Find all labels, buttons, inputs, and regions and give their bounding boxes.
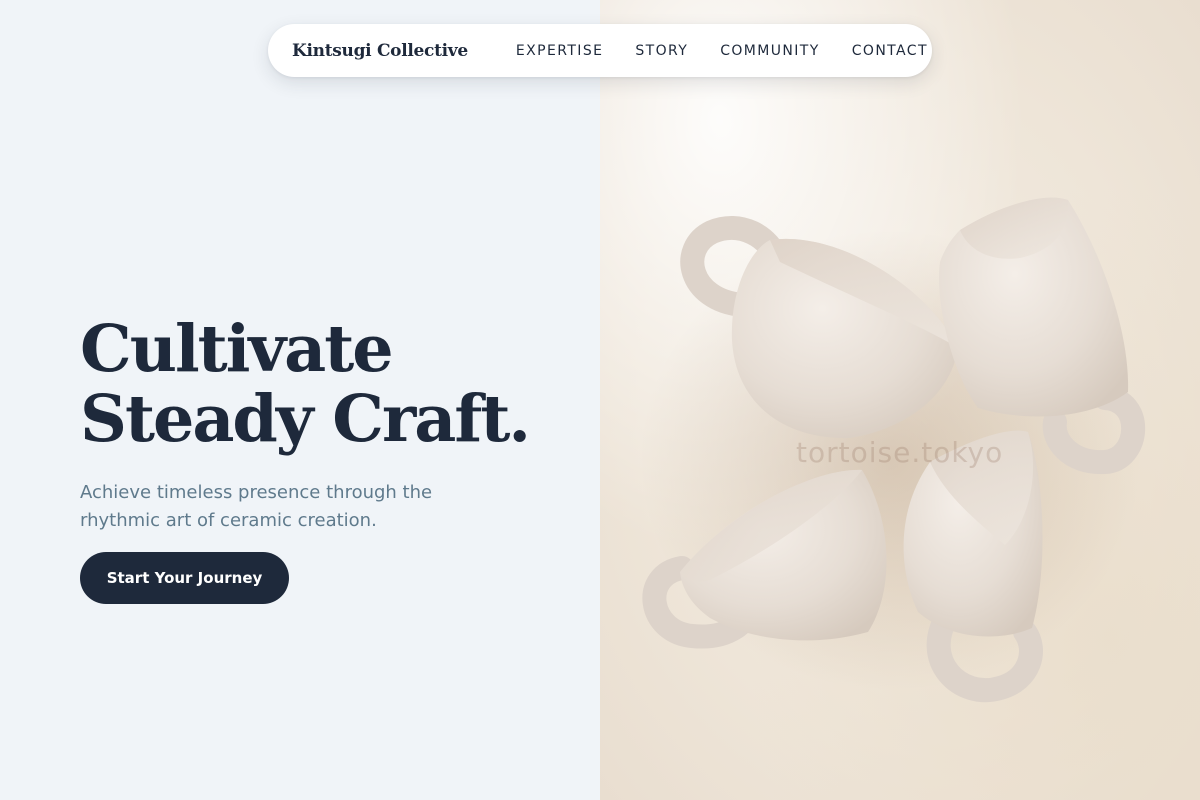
nav-link-contact[interactable]: CONTACT bbox=[852, 43, 928, 59]
photo-watermark: tortoise.tokyo bbox=[796, 436, 1004, 469]
nav-link-community[interactable]: COMMUNITY bbox=[720, 43, 820, 59]
hero-title-line-1: Cultivate bbox=[80, 311, 394, 387]
hero-photo: tortoise.tokyo bbox=[600, 0, 1200, 800]
hero-title-line-2: Steady Craft. bbox=[80, 381, 531, 457]
nav-links: EXPERTISE STORY COMMUNITY CONTACT bbox=[516, 43, 928, 59]
landing-page: tortoise.tokyo Kintsugi Collective EXPER… bbox=[0, 0, 1200, 800]
nav-link-expertise[interactable]: EXPERTISE bbox=[516, 43, 603, 59]
top-navigation: Kintsugi Collective EXPERTISE STORY COMM… bbox=[268, 24, 932, 77]
nav-link-story[interactable]: STORY bbox=[635, 43, 688, 59]
brand-logo[interactable]: Kintsugi Collective bbox=[292, 41, 468, 61]
start-journey-button[interactable]: Start Your Journey bbox=[80, 552, 289, 604]
ceramic-cups-illustration bbox=[640, 197, 1146, 703]
hero-title: Cultivate Steady Craft. bbox=[80, 311, 531, 457]
hero-subtitle: Achieve timeless presence through the rh… bbox=[80, 482, 433, 531]
